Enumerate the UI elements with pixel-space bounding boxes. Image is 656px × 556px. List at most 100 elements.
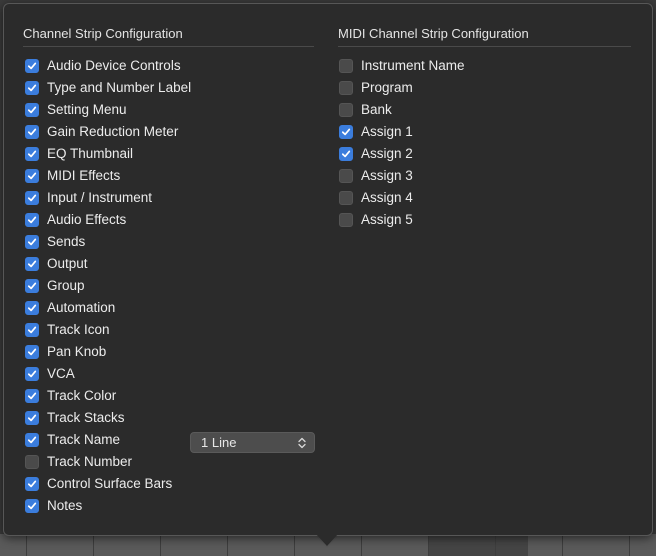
- channel-strip-option-track-stacks[interactable]: Track Stacks: [25, 409, 125, 427]
- program-label: Program: [361, 80, 413, 95]
- checkmark-icon: [27, 62, 37, 70]
- channel-strip-option-type-and-number-label[interactable]: Type and Number Label: [25, 79, 191, 97]
- instrument-name-checkbox[interactable]: [339, 59, 353, 73]
- assign-1-label: Assign 1: [361, 124, 413, 139]
- midi-channel-strip-option-assign-3[interactable]: Assign 3: [339, 167, 413, 185]
- sends-checkbox[interactable]: [25, 235, 39, 249]
- channel-strip-option-track-icon[interactable]: Track Icon: [25, 321, 110, 339]
- output-checkbox[interactable]: [25, 257, 39, 271]
- channel-strip-option-midi-effects[interactable]: MIDI Effects: [25, 167, 120, 185]
- track-stacks-checkbox[interactable]: [25, 411, 39, 425]
- track-number-checkbox[interactable]: [25, 455, 39, 469]
- channel-strip-config-popover: Channel Strip Configuration MIDI Channel…: [3, 3, 653, 536]
- checkmark-icon: [27, 216, 37, 224]
- track-color-label: Track Color: [47, 388, 117, 403]
- midi-channel-strip-option-instrument-name[interactable]: Instrument Name: [339, 57, 465, 75]
- eq-thumbnail-checkbox[interactable]: [25, 147, 39, 161]
- input-instrument-label: Input / Instrument: [47, 190, 153, 205]
- background-strip-divider: [562, 534, 563, 556]
- channel-strip-option-audio-effects[interactable]: Audio Effects: [25, 211, 126, 229]
- vca-checkbox[interactable]: [25, 367, 39, 381]
- midi-effects-label: MIDI Effects: [47, 168, 121, 183]
- channel-strip-option-group[interactable]: Group: [25, 277, 85, 295]
- checkmark-icon: [341, 128, 351, 136]
- assign-5-label: Assign 5: [361, 212, 413, 227]
- channel-strip-option-vca[interactable]: VCA: [25, 365, 75, 383]
- track-icon-checkbox[interactable]: [25, 323, 39, 337]
- checkmark-icon: [27, 436, 37, 444]
- channel-strip-option-output[interactable]: Output: [25, 255, 88, 273]
- assign-3-checkbox[interactable]: [339, 169, 353, 183]
- track-color-checkbox[interactable]: [25, 389, 39, 403]
- background-strip-divider: [227, 534, 228, 556]
- type-and-number-label-label: Type and Number Label: [47, 80, 192, 95]
- pan-knob-checkbox[interactable]: [25, 345, 39, 359]
- background-strip-divider: [93, 534, 94, 556]
- notes-label: Notes: [47, 498, 83, 513]
- midi-effects-checkbox[interactable]: [25, 169, 39, 183]
- notes-checkbox[interactable]: [25, 499, 39, 513]
- checkmark-icon: [27, 282, 37, 290]
- audio-device-controls-checkbox[interactable]: [25, 59, 39, 73]
- midi-channel-strip-option-program[interactable]: Program: [339, 79, 413, 97]
- channel-strip-option-sends[interactable]: Sends: [25, 233, 85, 251]
- checkmark-icon: [27, 414, 37, 422]
- midi-channel-strip-option-bank[interactable]: Bank: [339, 101, 392, 119]
- right-section-divider: [338, 46, 631, 47]
- track-name-lines-popup[interactable]: 1 Line: [190, 432, 315, 453]
- gain-reduction-meter-checkbox[interactable]: [25, 125, 39, 139]
- automation-label: Automation: [47, 300, 116, 315]
- midi-channel-strip-option-assign-5[interactable]: Assign 5: [339, 211, 413, 229]
- control-surface-bars-label: Control Surface Bars: [47, 476, 173, 491]
- bank-checkbox[interactable]: [339, 103, 353, 117]
- eq-thumbnail-label: EQ Thumbnail: [47, 146, 134, 161]
- channel-strip-option-notes[interactable]: Notes: [25, 497, 82, 515]
- track-stacks-label: Track Stacks: [47, 410, 125, 425]
- midi-channel-strip-option-assign-4[interactable]: Assign 4: [339, 189, 413, 207]
- audio-effects-label: Audio Effects: [47, 212, 127, 227]
- assign-4-label: Assign 4: [361, 190, 413, 205]
- setting-menu-checkbox[interactable]: [25, 103, 39, 117]
- channel-strip-option-track-number[interactable]: Track Number: [25, 453, 132, 471]
- background-strip-divider: [294, 534, 295, 556]
- assign-4-checkbox[interactable]: [339, 191, 353, 205]
- background-strip-divider: [160, 534, 161, 556]
- background-strip-divider: [495, 534, 496, 556]
- assign-2-checkbox[interactable]: [339, 147, 353, 161]
- checkmark-icon: [27, 260, 37, 268]
- channel-strip-option-control-surface-bars[interactable]: Control Surface Bars: [25, 475, 172, 493]
- group-label: Group: [47, 278, 85, 293]
- channel-strip-option-input-instrument[interactable]: Input / Instrument: [25, 189, 152, 207]
- track-name-label: Track Name: [47, 432, 121, 447]
- input-instrument-checkbox[interactable]: [25, 191, 39, 205]
- channel-strip-option-pan-knob[interactable]: Pan Knob: [25, 343, 106, 361]
- audio-effects-checkbox[interactable]: [25, 213, 39, 227]
- channel-strip-option-gain-reduction-meter[interactable]: Gain Reduction Meter: [25, 123, 178, 141]
- channel-strip-option-audio-device-controls[interactable]: Audio Device Controls: [25, 57, 181, 75]
- background-strip-divider: [629, 534, 630, 556]
- automation-checkbox[interactable]: [25, 301, 39, 315]
- type-and-number-label-checkbox[interactable]: [25, 81, 39, 95]
- control-surface-bars-checkbox[interactable]: [25, 477, 39, 491]
- assign-1-checkbox[interactable]: [339, 125, 353, 139]
- checkmark-icon: [27, 370, 37, 378]
- channel-strip-option-track-color[interactable]: Track Color: [25, 387, 116, 405]
- bank-label: Bank: [361, 102, 392, 117]
- channel-strip-option-eq-thumbnail[interactable]: EQ Thumbnail: [25, 145, 133, 163]
- setting-menu-label: Setting Menu: [47, 102, 127, 117]
- program-checkbox[interactable]: [339, 81, 353, 95]
- checkmark-icon: [27, 194, 37, 202]
- assign-5-checkbox[interactable]: [339, 213, 353, 227]
- channel-strip-option-track-name[interactable]: Track Name: [25, 431, 120, 449]
- midi-channel-strip-option-assign-2[interactable]: Assign 2: [339, 145, 413, 163]
- midi-channel-strip-option-assign-1[interactable]: Assign 1: [339, 123, 413, 141]
- assign-3-label: Assign 3: [361, 168, 413, 183]
- channel-strip-option-automation[interactable]: Automation: [25, 299, 115, 317]
- background-strip-dark-region: [428, 534, 528, 556]
- track-name-checkbox[interactable]: [25, 433, 39, 447]
- pan-knob-label: Pan Knob: [47, 344, 107, 359]
- midi-channel-strip-config-title: MIDI Channel Strip Configuration: [338, 26, 529, 41]
- group-checkbox[interactable]: [25, 279, 39, 293]
- channel-strip-option-setting-menu[interactable]: Setting Menu: [25, 101, 127, 119]
- checkmark-icon: [27, 150, 37, 158]
